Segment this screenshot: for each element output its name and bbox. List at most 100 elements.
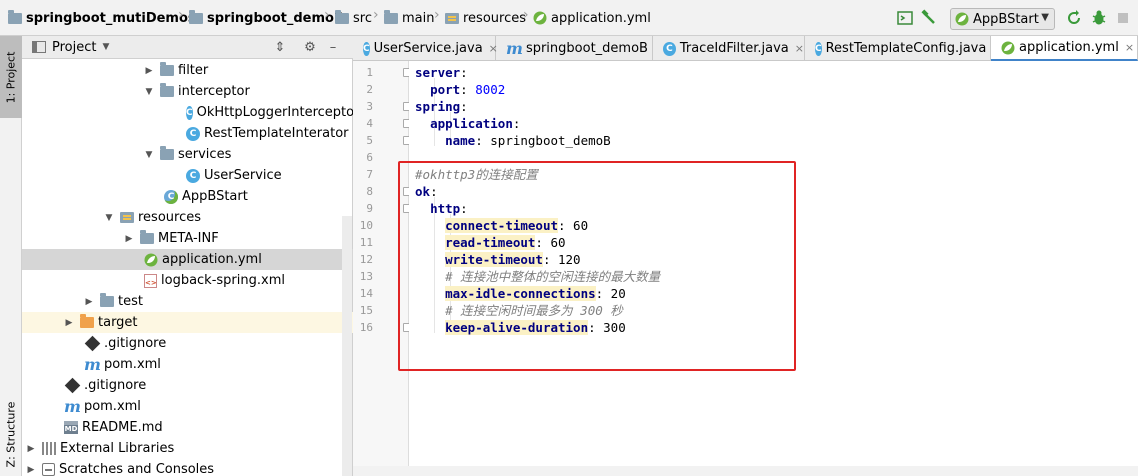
collapse-arrow-icon[interactable]: ▼ (142, 150, 156, 160)
tab-userservice[interactable]: C UserService.java × (353, 36, 498, 61)
breadcrumb-item-main[interactable]: main (384, 8, 434, 28)
folder-icon (8, 9, 22, 24)
build-hammer-icon[interactable] (920, 9, 938, 27)
tab-traceidfilter[interactable]: C TraceIdFilter.java × (653, 36, 805, 61)
chevron-down-icon[interactable]: ▼ (102, 42, 109, 52)
tree-item-okhttploggerinterceptor[interactable]: C OkHttpLoggerInterceptor (22, 102, 359, 123)
code-line: connect-timeout: 60 (415, 217, 588, 234)
code-line: #okhttp3的连接配置 (415, 166, 538, 183)
tree-item-userservice[interactable]: C UserService (22, 165, 353, 186)
line-number: 2 (366, 83, 373, 96)
tab-springboot-demob[interactable]: m springboot_demoB (496, 36, 653, 61)
project-view-icon (32, 41, 46, 53)
breadcrumb-item-module[interactable]: springboot_demoB (189, 8, 344, 28)
breadcrumb-item-src[interactable]: src (335, 8, 372, 28)
tree-item-gitignore[interactable]: .gitignore (22, 375, 353, 396)
gear-icon[interactable]: ⚙ (302, 40, 318, 56)
code-line: read-timeout: 60 (415, 234, 566, 251)
spring-leaf-icon (955, 12, 969, 26)
project-tool-tab[interactable]: 1: Project (0, 36, 22, 118)
tab-resttemplateconfig[interactable]: C RestTemplateConfig.java × (805, 36, 1002, 61)
close-icon[interactable]: × (1125, 41, 1134, 54)
code-editor[interactable]: server: port: 8002 spring: application: n… (409, 61, 1138, 476)
breadcrumb-item-root[interactable]: springboot_mutiDemos (8, 8, 196, 28)
folder-icon (160, 83, 174, 97)
breadcrumb-separator: › (523, 7, 529, 23)
tree-item-services[interactable]: ▼ services (22, 144, 353, 165)
breadcrumb-item-resources[interactable]: resources (445, 8, 526, 28)
project-panel: Project ▼ ⇕ ⚙ – ▶ filter ▼ interceptor C… (22, 36, 359, 476)
resources-folder-icon (445, 12, 459, 24)
tree-item-external-libraries[interactable]: ▶ External Libraries (22, 438, 353, 459)
collapse-all-icon[interactable]: ⇕ (272, 40, 288, 56)
expand-arrow-icon[interactable]: ▶ (122, 234, 136, 244)
tree-item-logback-spring-xml[interactable]: logback-spring.xml (22, 270, 353, 291)
code-text: : (460, 82, 476, 97)
code-comment: #okhttp3的连接配置 (415, 167, 538, 182)
tree-item-scratches[interactable]: ▶ Scratches and Consoles (22, 459, 353, 476)
expand-arrow-icon[interactable]: ▶ (82, 297, 96, 307)
folder-icon (384, 9, 398, 24)
tree-item-application-yml[interactable]: application.yml (22, 249, 353, 270)
collapse-arrow-icon[interactable]: ▼ (142, 87, 156, 97)
hide-panel-icon[interactable]: – (325, 40, 341, 56)
code-line: # 连接空闲时间最多为 300 秒 (415, 302, 623, 319)
breadcrumb-item-file[interactable]: application.yml (533, 8, 651, 28)
navigation-bar: springboot_mutiDemos › springboot_demoB … (0, 0, 1138, 36)
line-number: 1 (366, 66, 373, 79)
tree-item-resttemplateinterator[interactable]: C RestTemplateInterator (22, 123, 353, 144)
class-icon: C (186, 105, 193, 120)
maven-icon: m (506, 39, 523, 58)
expand-arrow-icon[interactable]: ▶ (142, 66, 156, 76)
code-line: http: (415, 200, 468, 217)
tree-item-gitignore[interactable]: .gitignore (22, 333, 353, 354)
expand-arrow-icon[interactable]: ▶ (24, 465, 38, 475)
yaml-key: application (430, 116, 513, 131)
tree-item-readme-md[interactable]: MD README.md (22, 417, 353, 438)
rerun-icon[interactable] (1065, 9, 1083, 27)
project-view-selector[interactable]: Project (52, 40, 96, 55)
code-line: max-idle-connections: 20 (415, 285, 626, 302)
folder-icon (335, 9, 349, 24)
tree-item-filter[interactable]: ▶ filter (22, 60, 353, 81)
tree-item-test[interactable]: ▶ test (22, 291, 353, 312)
tree-item-target[interactable]: ▶ target (22, 312, 353, 333)
expand-arrow-icon[interactable]: ▶ (24, 444, 38, 454)
class-icon: C (663, 41, 676, 56)
run-configuration-select[interactable]: AppBStart ▼ (950, 8, 1055, 30)
tree-item-appbstart[interactable]: C AppBStart (22, 186, 353, 207)
structure-tool-tab[interactable]: Z: Structure (0, 392, 22, 476)
maven-icon: m (64, 397, 81, 416)
expand-arrow-icon[interactable]: ▶ (62, 318, 76, 328)
stop-icon[interactable] (1114, 9, 1132, 27)
maven-icon: m (84, 355, 101, 374)
terminal-icon[interactable] (896, 9, 914, 27)
tree-item-pom-xml[interactable]: m pom.xml (22, 396, 353, 417)
tree-scrollbar[interactable] (342, 216, 352, 476)
tab-application-yml[interactable]: application.yml × (991, 36, 1138, 61)
folder-icon (160, 146, 174, 160)
code-comment: # 连接池中整体的空闲连接的最大数量 (445, 269, 661, 284)
line-number: 14 (359, 287, 373, 300)
tree-item-resources[interactable]: ▼ resources (22, 207, 353, 228)
class-icon: C (186, 168, 200, 183)
code-line: keep-alive-duration: 300 (415, 319, 626, 336)
editor-scrollbar[interactable] (353, 466, 1138, 476)
project-panel-header: Project ▼ ⇕ ⚙ – (22, 36, 353, 59)
debug-bug-icon[interactable] (1090, 9, 1108, 27)
close-icon[interactable]: × (795, 42, 804, 55)
tree-item-meta-inf[interactable]: ▶ META-INF (22, 228, 353, 249)
line-number: 6 (366, 151, 373, 164)
tree-item-pom-xml[interactable]: m pom.xml (22, 354, 353, 375)
line-number: 11 (359, 236, 373, 249)
code-comment: # 连接空闲时间最多为 300 秒 (445, 303, 623, 318)
collapse-arrow-icon[interactable]: ▼ (102, 213, 116, 223)
code-text: : 60 (535, 235, 566, 250)
tree-item-interceptor[interactable]: ▼ interceptor (22, 81, 353, 102)
